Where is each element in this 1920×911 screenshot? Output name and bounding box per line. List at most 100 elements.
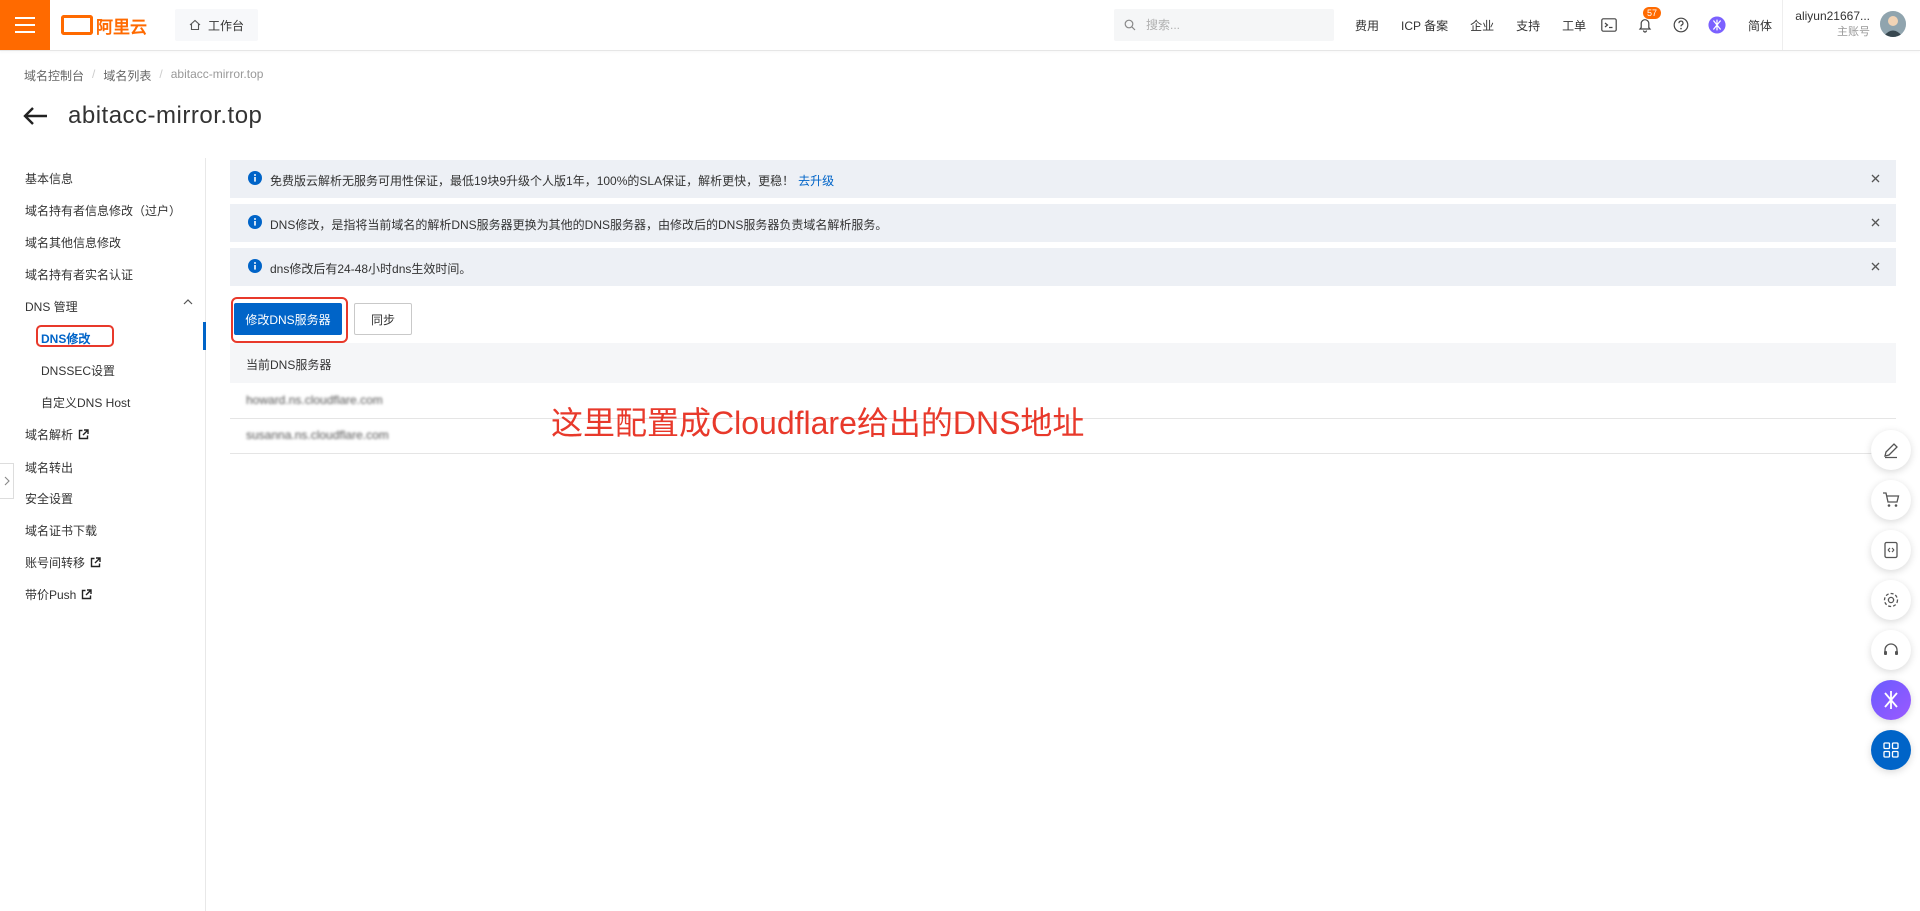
workbench-label: 工作台 — [208, 18, 245, 33]
support-link[interactable]: 支持 — [1516, 17, 1540, 34]
search-input[interactable] — [1144, 17, 1318, 33]
close-icon[interactable] — [1871, 218, 1880, 227]
chevron-up-icon[interactable] — [183, 298, 193, 306]
ticket-link[interactable]: 工单 — [1562, 17, 1586, 34]
upgrade-link[interactable]: 去升级 — [798, 174, 834, 188]
sidebar-item-certificate[interactable]: 域名证书下载 — [25, 522, 97, 539]
api-button[interactable] — [1871, 530, 1911, 570]
sidebar-item-security[interactable]: 安全设置 — [25, 490, 73, 507]
sidebar-item-label: 域名持有者信息修改（过户） — [25, 204, 182, 218]
sidebar-group-dns[interactable]: DNS 管理 — [25, 298, 78, 315]
sidebar-item-owner-transfer[interactable]: 域名持有者信息修改（过户） — [25, 202, 181, 219]
apps-button[interactable] — [1871, 730, 1911, 770]
top-links: 费用 ICP 备案 企业 支持 工单 — [1355, 0, 1608, 50]
notification-badge: 57 — [1643, 7, 1661, 19]
alert-message: 免费版云解析无服务可用性保证，最低19块9升级个人版1年，100%的SLA保证，… — [270, 174, 795, 188]
headset-icon — [1884, 643, 1898, 655]
sidebar-item-label: 域名其他信息修改 — [25, 236, 122, 250]
close-icon[interactable] — [1871, 174, 1880, 183]
menu-button[interactable] — [0, 0, 50, 50]
info-icon — [248, 215, 262, 229]
ai-assistant-button[interactable] — [1708, 16, 1726, 34]
sidebar-item-label: 安全设置 — [25, 492, 74, 506]
sidebar-item-dnssec[interactable]: DNSSEC设置 — [41, 362, 115, 379]
account-divider — [1782, 0, 1783, 50]
page-header: abitacc-mirror.top — [22, 102, 262, 130]
top-icons: 57 — [1600, 0, 1726, 50]
enterprise-link[interactable]: 企业 — [1470, 17, 1494, 34]
notification-button[interactable]: 57 — [1636, 7, 1661, 34]
sidebar-item-label: 带价Push — [25, 588, 77, 602]
breadcrumb-domain-list[interactable]: 域名列表 — [103, 67, 151, 84]
info-icon — [248, 259, 262, 273]
settings-button[interactable] — [1871, 580, 1911, 620]
sidebar-item-dns-resolve[interactable]: 域名解析 — [25, 426, 89, 443]
alert-message: DNS修改，是指将当前域名的解析DNS服务器更换为其他的DNS服务器，由修改后的… — [270, 218, 888, 232]
sidebar-collapse-toggle[interactable] — [0, 463, 14, 499]
sidebar-item-basic-info[interactable]: 基本信息 — [25, 170, 73, 187]
hamburger-icon — [15, 17, 35, 33]
sidebar-item-label: DNSSEC设置 — [41, 364, 116, 378]
customer-service-button[interactable] — [1871, 630, 1911, 670]
breadcrumb-domain-console[interactable]: 域名控制台 — [24, 67, 84, 84]
language-switch[interactable]: 简体 — [1748, 17, 1772, 34]
account-role: 主账号 — [1837, 26, 1870, 38]
alert-text: 免费版云解析无服务可用性保证，最低19块9升级个人版1年，100%的SLA保证，… — [270, 172, 834, 189]
search-icon — [1124, 19, 1136, 31]
sidebar-item-label: 账号间转移 — [25, 556, 86, 570]
question-icon — [1673, 17, 1689, 33]
annotation-text: 这里配置成Cloudflare给出的DNS地址 — [551, 405, 1085, 441]
dns-server-cell: howard.ns.cloudflare.com — [246, 393, 383, 407]
cart-button[interactable] — [1871, 480, 1911, 520]
alert-upgrade: 免费版云解析无服务可用性保证，最低19块9升级个人版1年，100%的SLA保证，… — [230, 160, 1896, 198]
alert-propagation: dns修改后有24-48小时dns生效时间。 — [230, 248, 1896, 286]
cart-icon — [1883, 492, 1900, 507]
sidebar-item-price-push[interactable]: 带价Push — [25, 586, 93, 603]
sidebar-item-label: 域名证书下载 — [25, 524, 98, 538]
gear-icon — [1883, 592, 1899, 608]
sidebar-item-label: 域名持有者实名认证 — [25, 268, 134, 282]
breadcrumb-current: abitacc-mirror.top — [170, 67, 264, 81]
external-link-icon — [82, 589, 93, 600]
breadcrumb: 域名控制台 / 域名列表 / abitacc-mirror.top — [24, 67, 263, 84]
sidebar-item-account-transfer[interactable]: 账号间转移 — [25, 554, 101, 571]
ai-assistant-icon — [1708, 16, 1726, 34]
page-title: abitacc-mirror.top — [68, 102, 263, 129]
account-menu[interactable]: aliyun21667... 主账号 — [1792, 8, 1870, 40]
sync-button[interactable]: 同步 — [354, 303, 412, 335]
breadcrumb-separator: / — [159, 67, 163, 81]
back-arrow-icon[interactable] — [22, 106, 48, 126]
account-name: aliyun21667... — [1795, 9, 1870, 23]
sidebar-item-label: 自定义DNS Host — [41, 396, 131, 410]
user-avatar-icon — [1880, 11, 1906, 37]
sidebar-item-real-name[interactable]: 域名持有者实名认证 — [25, 266, 133, 283]
sidebar-item-custom-dns-host[interactable]: 自定义DNS Host — [41, 394, 130, 411]
ai-helper-button[interactable] — [1871, 680, 1911, 720]
alert-message: dns修改后有24-48小时dns生效时间。 — [270, 262, 472, 276]
terminal-icon — [1601, 18, 1617, 32]
top-bar: 阿里云 工作台 费用 ICP 备案 企业 支持 工单 57 简体 aliyun2… — [0, 0, 1920, 51]
external-link-icon — [78, 429, 89, 440]
workbench-button[interactable]: 工作台 — [175, 9, 259, 41]
active-indicator — [203, 322, 206, 350]
search-box[interactable] — [1114, 9, 1334, 41]
cloud-shell-button[interactable] — [1600, 16, 1618, 34]
billing-link[interactable]: 费用 — [1355, 17, 1379, 34]
chevron-right-icon — [4, 476, 10, 486]
help-button[interactable] — [1672, 16, 1690, 34]
modify-dns-highlight — [231, 297, 348, 343]
info-icon — [248, 171, 262, 185]
sidebar-item-transfer-out[interactable]: 域名转出 — [25, 459, 73, 476]
aliyun-logo-mark — [61, 15, 93, 35]
icp-link[interactable]: ICP 备案 — [1401, 17, 1448, 34]
edit-tool-button[interactable] — [1871, 430, 1911, 470]
sidebar-item-label: 基本信息 — [25, 172, 74, 186]
sidebar-item-label: 域名解析 — [25, 428, 74, 442]
close-icon[interactable] — [1871, 262, 1880, 271]
aliyun-logo[interactable]: 阿里云 — [61, 14, 147, 37]
breadcrumb-separator: / — [92, 67, 96, 81]
dns-table-header: 当前DNS服务器 — [230, 343, 1896, 383]
avatar[interactable] — [1880, 11, 1906, 37]
sidebar-item-other-info[interactable]: 域名其他信息修改 — [25, 234, 121, 251]
alert-dns-explain: DNS修改，是指将当前域名的解析DNS服务器更换为其他的DNS服务器，由修改后的… — [230, 204, 1896, 242]
